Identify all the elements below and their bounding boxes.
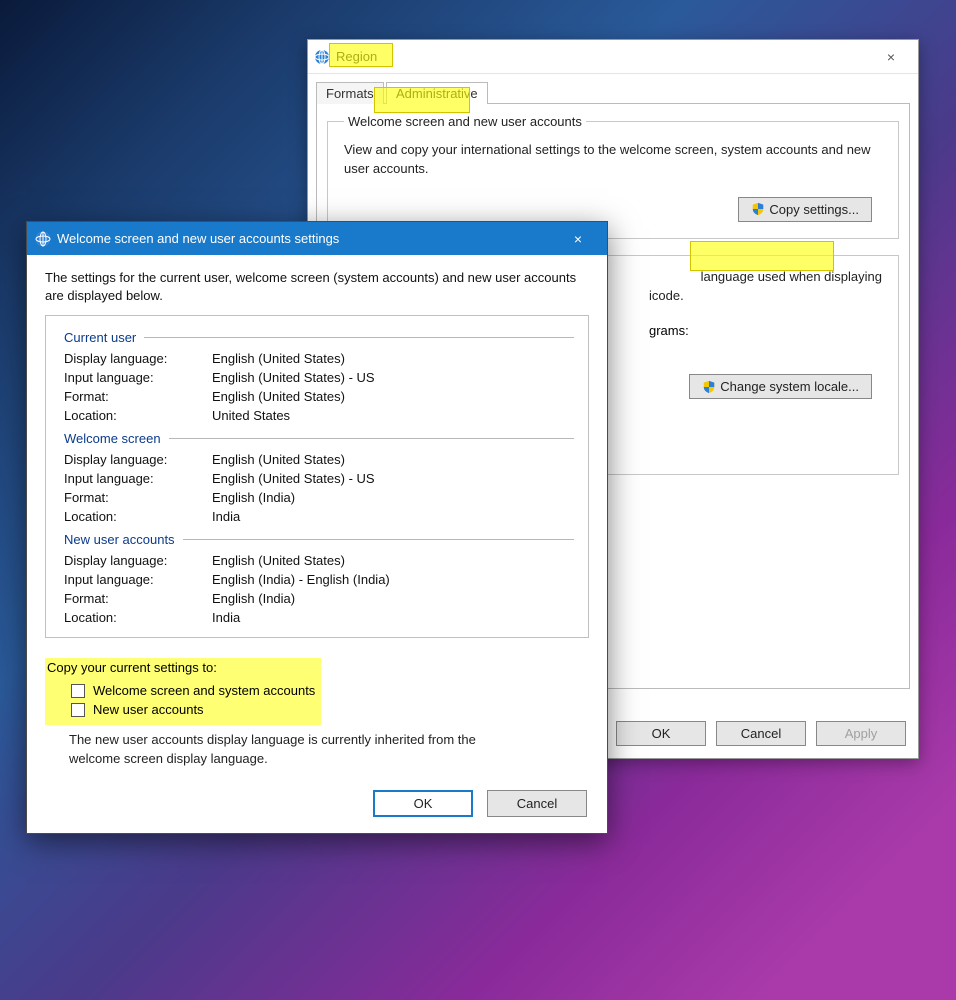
kv-row: Display language:English (United States) <box>60 450 574 469</box>
kv-row: Input language:English (India) - English… <box>60 570 574 589</box>
globe-icon <box>35 231 51 247</box>
kv-row: Display language:English (United States) <box>60 349 574 368</box>
uac-shield-icon <box>702 380 716 394</box>
modal-titlebar[interactable]: Welcome screen and new user accounts set… <box>27 222 607 255</box>
copy-settings-section: Copy your current settings to: Welcome s… <box>45 658 589 767</box>
region-ok-button[interactable]: OK <box>616 721 706 746</box>
kv-row: Location:India <box>60 507 574 526</box>
kv-row: Location:India <box>60 608 574 627</box>
modal-button-row: OK Cancel <box>27 776 607 833</box>
locale-programs-label-partial: grams: <box>649 323 689 338</box>
checkbox-new-user-row[interactable]: New user accounts <box>47 700 315 719</box>
section-heading-current-user: Current user <box>60 324 574 349</box>
region-window-title: Region <box>336 49 377 64</box>
close-icon: × <box>574 232 582 246</box>
checkbox-welcome-screen-label: Welcome screen and system accounts <box>93 683 315 698</box>
checkbox-new-user-label: New user accounts <box>93 702 204 717</box>
kv-row: Input language:English (United States) -… <box>60 469 574 488</box>
welcome-screen-description: View and copy your international setting… <box>344 141 882 179</box>
modal-cancel-button[interactable]: Cancel <box>487 790 587 817</box>
modal-body: The settings for the current user, welco… <box>27 255 607 776</box>
kv-row: Location:United States <box>60 406 574 425</box>
region-titlebar[interactable]: Region × <box>308 40 918 74</box>
change-system-locale-button[interactable]: Change system locale... <box>689 374 872 399</box>
tab-administrative[interactable]: Administrative <box>386 82 488 104</box>
kv-row: Input language:English (United States) -… <box>60 368 574 387</box>
uac-shield-icon <box>751 202 765 216</box>
checkbox-new-user[interactable] <box>71 703 85 717</box>
modal-intro-text: The settings for the current user, welco… <box>45 269 589 305</box>
annotation-highlight: Copy your current settings to: Welcome s… <box>45 658 321 725</box>
welcome-screen-group: Welcome screen and new user accounts Vie… <box>327 114 899 239</box>
copy-settings-label: Copy settings... <box>769 202 859 217</box>
region-tabstrip: Formats Administrative <box>308 74 918 103</box>
globe-icon <box>314 49 330 65</box>
inherit-notice-text: The new user accounts display language i… <box>45 725 525 767</box>
copy-settings-button[interactable]: Copy settings... <box>738 197 872 222</box>
section-heading-welcome-screen: Welcome screen <box>60 425 574 450</box>
region-dialog-buttons: OK Cancel Apply <box>616 721 906 746</box>
kv-row: Display language:English (United States) <box>60 551 574 570</box>
modal-close-button[interactable]: × <box>557 225 599 253</box>
tab-formats[interactable]: Formats <box>316 82 384 104</box>
region-close-button[interactable]: × <box>870 43 912 71</box>
region-cancel-button[interactable]: Cancel <box>716 721 806 746</box>
copy-settings-heading: Copy your current settings to: <box>47 660 315 675</box>
modal-ok-button[interactable]: OK <box>373 790 473 817</box>
kv-row: Format:English (United States) <box>60 387 574 406</box>
change-system-locale-label: Change system locale... <box>720 379 859 394</box>
modal-title: Welcome screen and new user accounts set… <box>57 231 339 246</box>
copy-settings-modal: Welcome screen and new user accounts set… <box>26 221 608 834</box>
section-heading-new-user: New user accounts <box>60 526 574 551</box>
kv-row: Format:English (India) <box>60 589 574 608</box>
settings-display-box: Current user Display language:English (U… <box>45 315 589 638</box>
kv-row: Format:English (India) <box>60 488 574 507</box>
region-apply-button[interactable]: Apply <box>816 721 906 746</box>
checkbox-welcome-screen[interactable] <box>71 684 85 698</box>
welcome-screen-legend: Welcome screen and new user accounts <box>344 114 586 129</box>
close-icon: × <box>887 50 895 64</box>
checkbox-welcome-screen-row[interactable]: Welcome screen and system accounts <box>47 681 315 700</box>
